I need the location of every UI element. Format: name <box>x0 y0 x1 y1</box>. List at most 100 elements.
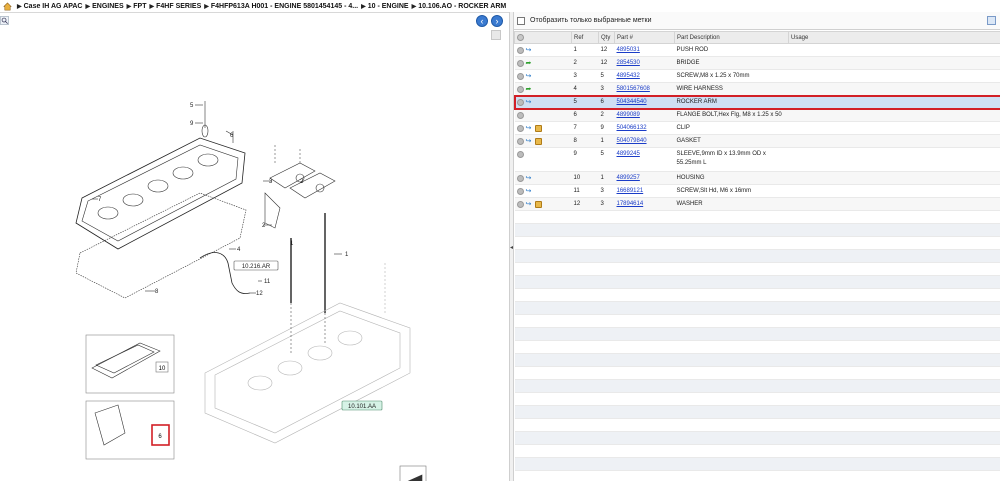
diagram-callout[interactable]: 8 <box>155 289 159 295</box>
collapse-arrow-icon[interactable]: ◂ <box>510 244 513 251</box>
part-number-link[interactable]: 4899089 <box>617 112 640 118</box>
swap-icon[interactable]: ↪ <box>526 125 533 132</box>
breadcrumb-item[interactable]: F4HFP613A H001 - ENGINE 5801454145 - 4..… <box>211 3 358 10</box>
part-number-link[interactable]: 4895432 <box>617 73 640 79</box>
usage-cell <box>788 147 1000 172</box>
breadcrumb-item[interactable]: 10.106.AO - ROCKER ARM <box>418 3 506 10</box>
diagram-callout[interactable]: 11 <box>264 279 271 285</box>
diagram-callout[interactable]: 1 <box>290 241 294 247</box>
empty-cell <box>614 249 675 263</box>
part-number-link[interactable]: 4895031 <box>617 47 640 53</box>
table-row[interactable]: 9 5 4899245 SLEEVE,9mm ID x 13.9mm OD x 55.… <box>514 147 1000 172</box>
select-all-icon[interactable] <box>517 34 524 41</box>
table-row[interactable]: ↪ 7 9 504066132 CLIP <box>514 121 1000 135</box>
part-number-link[interactable]: 504066132 <box>617 125 647 131</box>
part-number-cell: 4899089 <box>614 108 675 122</box>
swap-icon[interactable]: ↪ <box>526 47 533 54</box>
show-selected-only-checkbox[interactable] <box>517 16 525 25</box>
diagram-callout[interactable]: 12 <box>256 291 263 297</box>
empty-cell <box>614 210 675 224</box>
swap-icon[interactable]: ↪ <box>526 201 533 208</box>
breadcrumb-item[interactable]: ENGINES <box>92 3 124 10</box>
green-arrow-icon[interactable]: ➦ <box>526 60 533 67</box>
add-icon[interactable] <box>516 60 524 67</box>
diagram-callout[interactable]: 7 <box>98 197 102 203</box>
table-row-selected[interactable]: ↪ 5 6 504344540 ROCKER ARM <box>513 94 1000 110</box>
part-number-link[interactable]: 5801567608 <box>617 86 650 92</box>
add-icon[interactable] <box>516 112 524 119</box>
empty-cell <box>571 262 599 276</box>
part-number-link[interactable]: 4899245 <box>617 151 640 157</box>
home-icon[interactable] <box>3 2 12 11</box>
add-icon[interactable] <box>516 151 524 158</box>
empty-table-row <box>514 444 1000 458</box>
swap-icon[interactable]: ↪ <box>526 99 533 106</box>
empty-cell <box>788 275 1000 289</box>
add-icon[interactable] <box>516 175 524 182</box>
diagram-callout[interactable]: 1 <box>345 252 349 258</box>
table-row[interactable]: ↪ 8 1 504079840 GASKET <box>514 134 1000 148</box>
kit-icon[interactable] <box>534 125 542 132</box>
table-row[interactable]: ↪ 10 1 4899257 HOUSING <box>514 171 1000 185</box>
thumbnail-label-10[interactable]: 10 <box>159 366 166 372</box>
part-number-link[interactable]: 4899257 <box>617 175 640 181</box>
diagram-callout[interactable]: 9 <box>190 121 194 127</box>
green-arrow-icon[interactable]: ➦ <box>526 86 533 93</box>
add-icon[interactable] <box>516 138 524 145</box>
kit-icon[interactable] <box>534 138 542 145</box>
add-icon[interactable] <box>516 188 524 195</box>
diagram-callout[interactable]: 2 <box>262 223 266 229</box>
table-row[interactable]: ↪ 3 5 4895432 SCREW,M8 x 1.25 x 70mm <box>514 69 1000 83</box>
part-number-link[interactable]: 504079840 <box>617 138 647 144</box>
empty-cell <box>614 353 675 367</box>
table-row[interactable]: 6 2 4899089 FLANGE BOLT,Hex Flg, M8 x 1.25 … <box>514 108 1000 122</box>
usage-cell <box>788 69 1000 83</box>
add-icon[interactable] <box>516 201 524 208</box>
part-number-link[interactable]: 504344540 <box>617 99 647 105</box>
header-usage[interactable]: Usage <box>788 31 1000 44</box>
header-ref[interactable]: Ref <box>571 31 599 44</box>
table-row[interactable]: ➦ 2 12 2854530 BRIDGE <box>514 56 1000 70</box>
table-row[interactable]: ↪ 11 3 16689121 SCREW,Slt Hd, M6 x 16mm <box>514 184 1000 198</box>
swap-icon[interactable]: ↪ <box>526 73 533 80</box>
breadcrumb-separator-icon: ▶ <box>411 3 417 10</box>
kit-icon[interactable] <box>534 201 542 208</box>
export-icon[interactable] <box>987 16 996 25</box>
header-part-description[interactable]: Part Description <box>674 31 789 44</box>
add-icon[interactable] <box>516 125 524 132</box>
breadcrumb-item[interactable]: 10 - ENGINE <box>368 3 409 10</box>
empty-cell <box>514 340 572 354</box>
diagram-callout[interactable]: 4 <box>237 247 241 253</box>
empty-cell <box>571 353 599 367</box>
empty-cell <box>674 301 789 315</box>
row-actions-cell: ↪ <box>514 43 572 57</box>
add-icon[interactable] <box>516 86 524 93</box>
reference-label-cylinder-head[interactable]: 10.101.AA <box>348 404 376 410</box>
diagram-callout[interactable]: 5 <box>190 103 194 109</box>
empty-cell <box>514 457 572 471</box>
header-part-number[interactable]: Part # <box>614 31 675 44</box>
header-qty[interactable]: Qty <box>598 31 615 44</box>
empty-table-row <box>514 301 1000 315</box>
swap-icon[interactable]: ↪ <box>526 138 533 145</box>
empty-cell <box>514 223 572 237</box>
table-row[interactable]: ↪ 12 3 17894614 WASHER <box>514 197 1000 211</box>
diagram-callout[interactable]: 6 <box>230 133 234 139</box>
add-icon[interactable] <box>516 47 524 54</box>
empty-cell <box>514 236 572 250</box>
add-icon[interactable] <box>516 99 524 106</box>
ref-cell: 10 <box>571 171 599 185</box>
table-row[interactable]: ↪ 1 12 4895031 PUSH ROD <box>514 43 1000 57</box>
empty-cell <box>614 301 675 315</box>
part-number-link[interactable]: 17894614 <box>617 201 644 207</box>
breadcrumb-item[interactable]: F4HF SERIES <box>156 3 201 10</box>
add-icon[interactable] <box>516 73 524 80</box>
swap-icon[interactable]: ↪ <box>526 175 533 182</box>
reference-label-engine-wiring[interactable]: 10.216.AR <box>242 264 271 270</box>
part-number-link[interactable]: 16689121 <box>617 188 644 194</box>
breadcrumb-item[interactable]: FPT <box>133 3 146 10</box>
breadcrumb-item[interactable]: Case IH AG APAC <box>24 3 83 10</box>
part-number-link[interactable]: 2854530 <box>617 60 640 66</box>
table-row[interactable]: ➦ 4 3 5801567608 WIRE HARNESS <box>514 82 1000 96</box>
swap-icon[interactable]: ↪ <box>526 188 533 195</box>
